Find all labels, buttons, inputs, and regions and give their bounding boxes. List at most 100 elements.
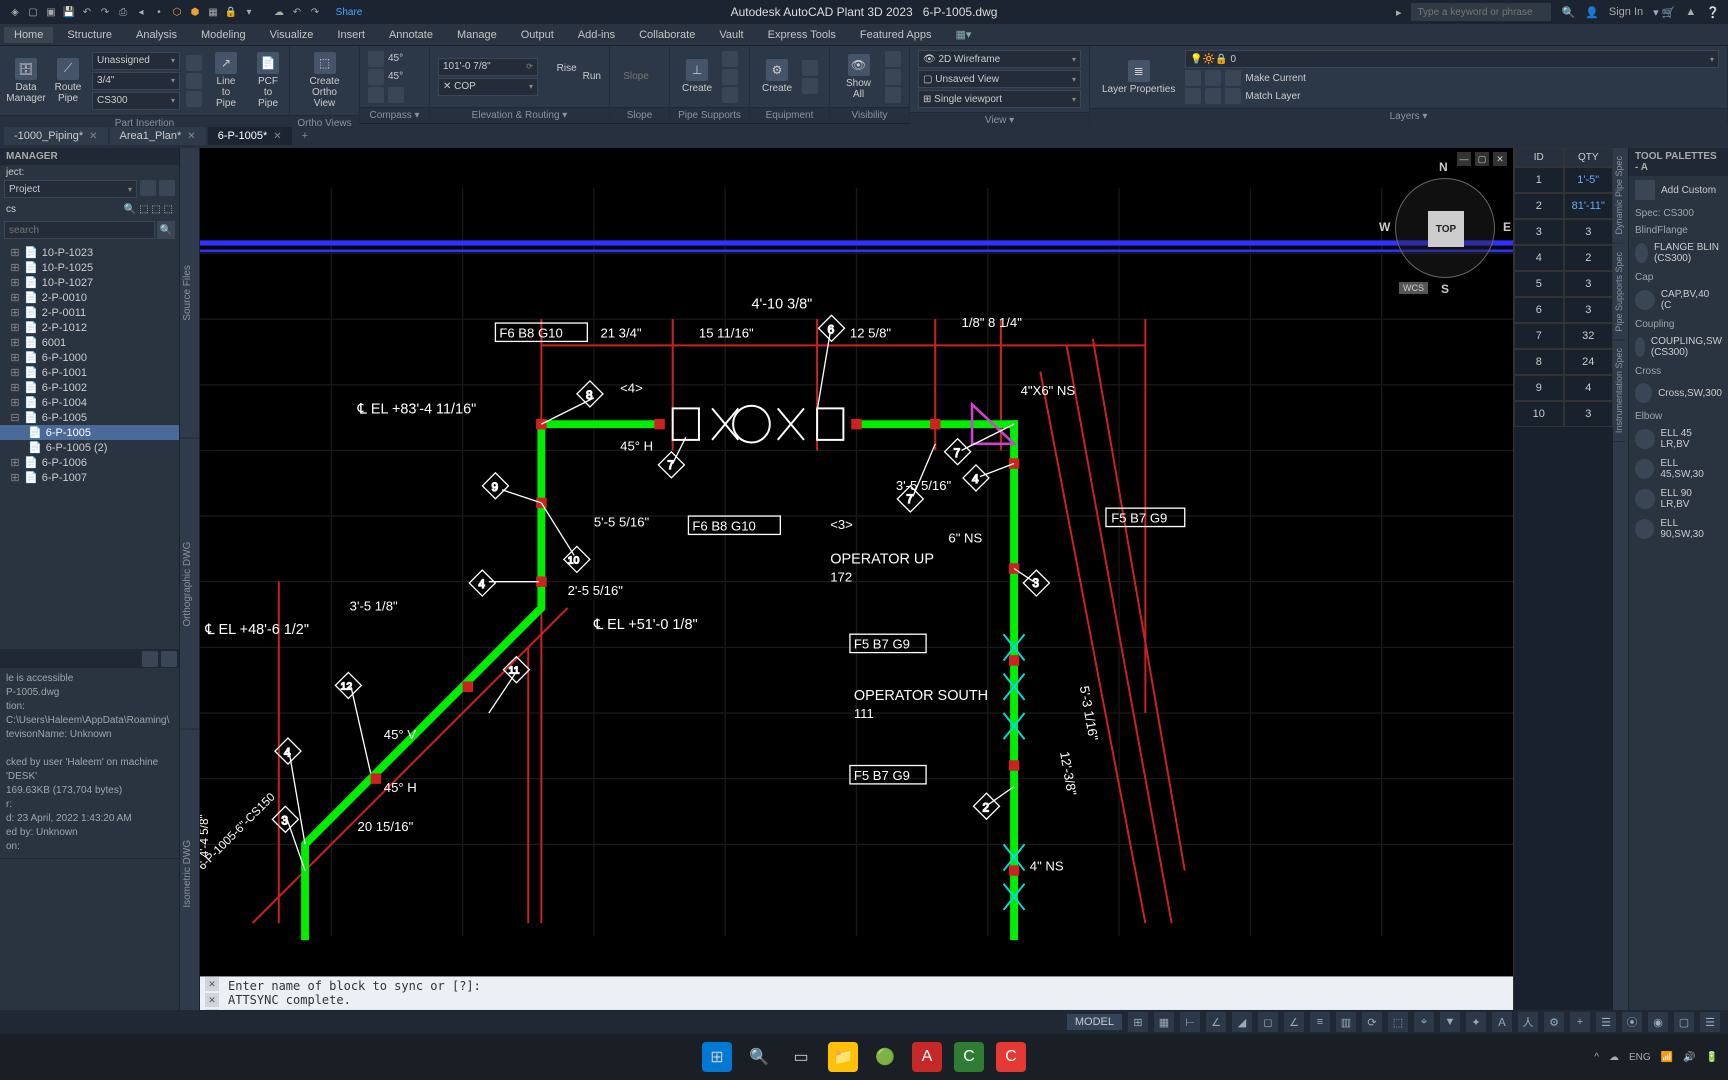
supp-icon2[interactable] [722,69,738,85]
tab-visualize[interactable]: Visualize [260,27,324,43]
grid-toggle-icon[interactable]: ⊞ [1128,1012,1148,1032]
pm-tree[interactable]: ⊞📄10-P-1023⊞📄10-P-1025⊞📄10-P-1027⊞📄2-P-0… [0,243,179,649]
table-row[interactable]: 824 [1514,349,1613,375]
tab-home[interactable]: Home [4,27,53,43]
slope-button[interactable]: Slope [618,69,654,84]
close-icon[interactable]: ✕ [273,131,281,142]
model-space-button[interactable]: MODEL [1067,1014,1122,1030]
help-icon[interactable]: ❔ [1706,6,1720,19]
lyr-icon6[interactable] [1225,88,1241,104]
project-combo[interactable]: Project▾ [4,180,137,198]
new-icon[interactable]: ▢ [26,5,40,19]
share-button[interactable]: Share [342,5,356,19]
compass-icon[interactable] [368,51,384,67]
tab-addins[interactable]: Add-ins [568,27,625,43]
3dosnap-icon[interactable]: ⬚ [1388,1012,1408,1032]
tab-output[interactable]: Output [511,27,564,43]
tree-node[interactable]: ⊞📄10-P-1023 [0,245,179,260]
ortho-toggle-icon[interactable]: ⊢ [1180,1012,1200,1032]
pin2-icon[interactable] [186,73,202,89]
supp-icon3[interactable] [722,87,738,103]
compass-icon2[interactable] [368,69,384,85]
tray-battery-icon[interactable]: 🔋 [1706,1052,1718,1063]
tree-node[interactable]: ⊞📄2-P-0011 [0,305,179,320]
run-label[interactable]: Run [583,71,601,82]
ortho-icon[interactable]: ⬡ [170,5,184,19]
visual-style-combo[interactable]: 👁 2D Wireframe▾ [918,50,1081,68]
annotation-monitor-icon[interactable]: + [1570,1012,1590,1032]
save-icon[interactable]: 💾 [62,5,76,19]
drawing-canvas[interactable]: 8 6 7 9 4 10 3 11 12 4 3 2 4 7 7 [200,148,1513,976]
tp-item[interactable]: Cross,SW,300 [1629,379,1728,407]
chrome-icon[interactable]: 🟢 [870,1042,900,1072]
viewcube-w[interactable]: W [1379,220,1390,234]
signin-icon[interactable]: 👤 [1585,6,1599,19]
table-row[interactable]: 53 [1514,271,1613,297]
cloud-icon[interactable]: ☁ [272,5,286,19]
table-row[interactable]: 33 [1514,219,1613,245]
doctab-piping[interactable]: -1000_Piping*✕ [4,127,108,145]
viewcube-n[interactable]: N [1439,160,1448,174]
hardware-accel-icon[interactable]: ⦿ [1622,1012,1642,1032]
grid-icon[interactable]: ▦ [206,5,220,19]
vis-icon1[interactable] [885,51,901,67]
toggle2-icon[interactable] [388,87,404,103]
doctab-areaplan[interactable]: Area1_Plan*✕ [110,127,206,145]
arrow-icon[interactable]: ◂ [134,5,148,19]
viewcube[interactable]: N S E W TOP WCS [1395,178,1495,278]
pin3-icon[interactable] [186,91,202,107]
create-equip-button[interactable]: ⚙Create [758,57,796,96]
lyr-icon5[interactable] [1205,88,1221,104]
tree-node[interactable]: ⊞📄6-P-1000 [0,350,179,365]
otrack-icon[interactable]: ∠ [1284,1012,1304,1032]
tree-node[interactable]: ⊞📄2-P-1012 [0,320,179,335]
table-row[interactable]: 103 [1514,401,1613,427]
tree-node-child[interactable]: 📄6-P-1005 (2) [0,440,179,455]
pcf-to-pipe-button[interactable]: 📄PCF to Pipe [250,50,286,111]
close-icon[interactable]: ✕ [1493,152,1507,166]
pvt-supports[interactable]: Pipe Supports Spec [1613,244,1625,341]
signin-label[interactable]: Sign In [1609,6,1643,18]
tab-annotate[interactable]: Annotate [379,27,443,43]
match-layer-button[interactable]: Match Layer [1245,91,1300,102]
tree-node[interactable]: ⊞📄6-P-1007 [0,470,179,485]
annot-scale-icon[interactable]: 人 [1518,1012,1538,1032]
taskview-icon[interactable]: ▭ [786,1042,816,1072]
layer-combo[interactable]: 💡🔆🔒 0▾ [1185,50,1719,68]
tree-node[interactable]: ⊞📄6001 [0,335,179,350]
tab-vault[interactable]: Vault [709,27,753,43]
viewcube-e[interactable]: E [1503,220,1511,234]
transparency-icon[interactable]: ▥ [1336,1012,1356,1032]
cart-icon[interactable]: ▾ 🛒 [1653,6,1675,19]
length-field[interactable]: 101'-0 7/8"⟳ [438,58,538,76]
close-icon[interactable]: ✕ [187,131,195,142]
pm-search-input[interactable] [4,221,155,239]
cycle-icon[interactable]: ⟳ [1362,1012,1382,1032]
tree-node[interactable]: ⊞📄2-P-0010 [0,290,179,305]
vis-icon2[interactable] [885,69,901,85]
vt-ortho-dwg[interactable]: Orthographic DWG [180,439,199,730]
autocad-icon[interactable]: A [912,1042,942,1072]
open-icon[interactable]: ▣ [44,5,58,19]
create-ortho-button[interactable]: ⬚Create Ortho View [298,50,351,111]
explorer-icon[interactable]: 📁 [828,1042,858,1072]
maximize-icon[interactable]: ▢ [1475,152,1489,166]
new-tab-button[interactable]: + [294,130,316,142]
tab-structure[interactable]: Structure [57,27,122,43]
tp-item[interactable]: ELL 45 LR,BV [1629,424,1728,454]
app-green-icon[interactable]: C [954,1042,984,1072]
dynucs-icon[interactable]: ⌖ [1414,1012,1434,1032]
lyr-icon4[interactable] [1185,88,1201,104]
lineweight-icon[interactable]: ≡ [1310,1012,1330,1032]
cop-combo[interactable]: ✕ COP▾ [438,78,538,96]
show-all-button[interactable]: 👁Show All [838,52,879,102]
size-combo[interactable]: 3/4"▾ [92,72,180,90]
make-current-button[interactable]: Make Current [1245,73,1306,84]
viewport-combo[interactable]: ⊞ Single viewport▾ [918,90,1081,108]
tree-node[interactable]: ⊞📄6-P-1001 [0,365,179,380]
doctab-active[interactable]: 6-P-1005*✕ [208,127,292,145]
viewcube-face[interactable]: TOP [1428,211,1464,247]
rise-label[interactable]: Rise [557,63,577,74]
viewcube-s[interactable]: S [1441,282,1449,296]
undo2-icon[interactable]: ↶ [290,5,304,19]
